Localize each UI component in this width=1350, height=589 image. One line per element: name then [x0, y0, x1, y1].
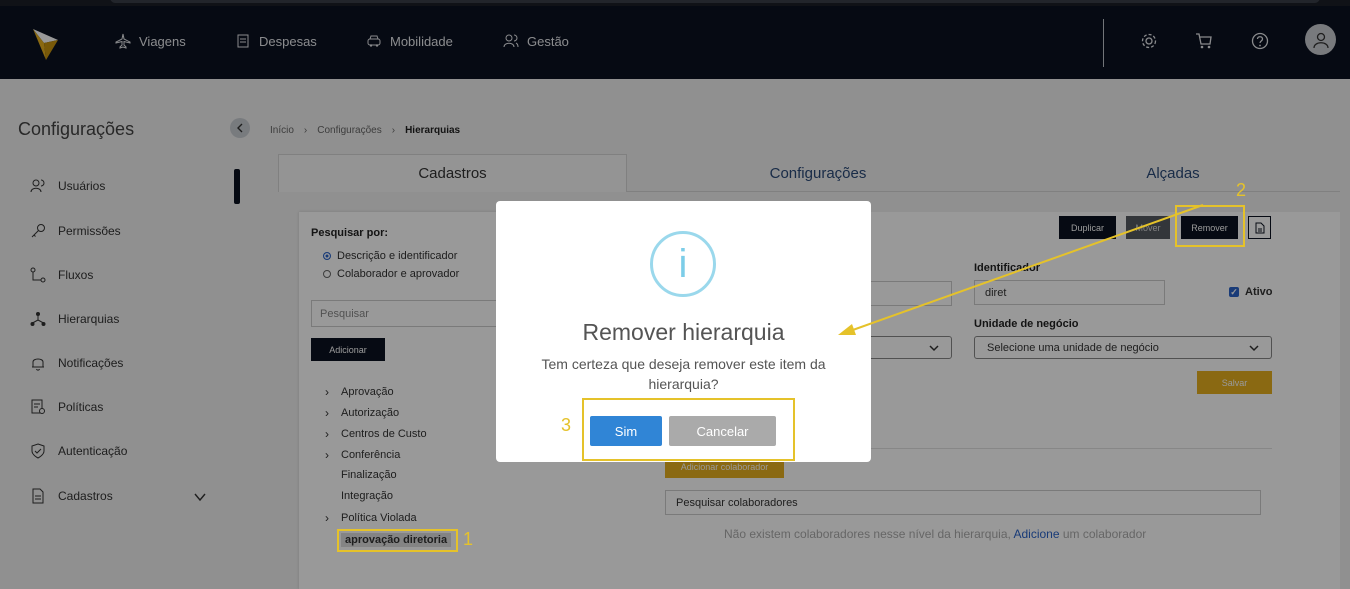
annotation-box-3: [582, 398, 795, 461]
info-icon: i: [650, 231, 716, 297]
annotation-number-2: 2: [1236, 180, 1247, 200]
annotation-number-3: 3: [561, 415, 572, 435]
annotation-box-1: [337, 529, 458, 552]
annotation-box-2: [1175, 205, 1245, 247]
annotation-number-1: 1: [463, 529, 474, 549]
dialog-message: Tem certeza que deseja remover este item…: [541, 356, 826, 392]
dialog-title: Remover hierarquia: [582, 319, 785, 345]
